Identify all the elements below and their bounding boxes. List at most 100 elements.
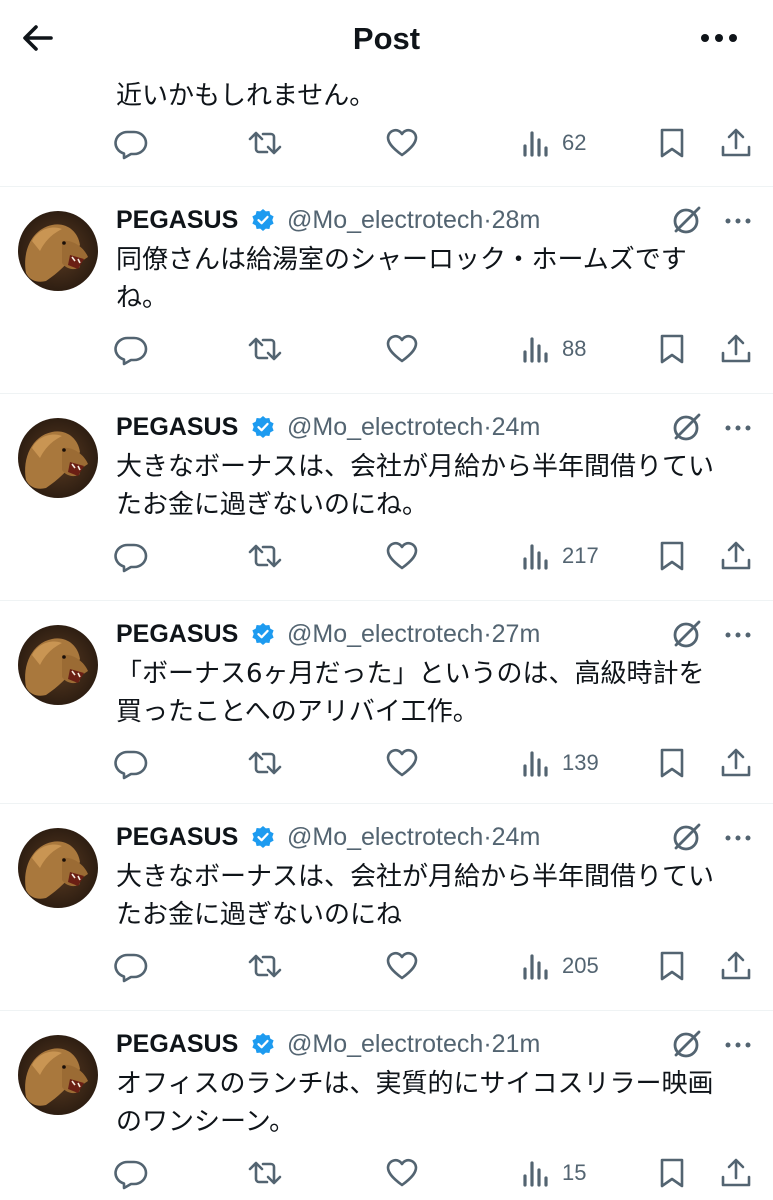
grok-icon[interactable]: [670, 617, 704, 651]
like-button[interactable]: [384, 1155, 420, 1195]
views-count: 217: [562, 543, 599, 568]
author-name[interactable]: PEGASUS: [116, 410, 238, 444]
reply-button[interactable]: [113, 538, 149, 578]
post-text-line: オフィスのランチは、実質的にサイコスリラー映画: [116, 1069, 714, 1099]
author-handle: @Mo_electrotech: [287, 413, 484, 441]
avatar[interactable]: [18, 625, 98, 705]
author-name[interactable]: PEGASUS: [116, 617, 238, 651]
post-divider: [0, 600, 773, 601]
reply-button[interactable]: [113, 745, 149, 785]
views-button[interactable]: [520, 538, 552, 578]
author-handle: @Mo_electrotech: [287, 206, 484, 234]
like-button[interactable]: [384, 745, 420, 785]
like-button[interactable]: [384, 331, 420, 371]
like-button[interactable]: [384, 538, 420, 578]
retweet-button[interactable]: [246, 538, 284, 578]
post-divider: [0, 803, 773, 804]
grok-icon[interactable]: [670, 1027, 704, 1061]
retweet-icon: [246, 948, 284, 984]
grok-icon[interactable]: [670, 203, 704, 237]
like-icon: [384, 538, 420, 574]
views-icon: [520, 538, 552, 574]
views-count: 205: [562, 953, 599, 978]
reply-icon: [113, 331, 149, 367]
author-handle-time[interactable]: @Mo_electrotech·28m: [287, 203, 540, 237]
views-icon: [520, 745, 552, 781]
share-button[interactable]: [718, 1155, 754, 1195]
retweet-button[interactable]: [246, 1155, 284, 1195]
share-button[interactable]: [718, 948, 754, 988]
retweet-button[interactable]: [246, 948, 284, 988]
post-text-line: たお金に過ぎないのにね: [116, 900, 403, 930]
post-more-icon[interactable]: [722, 1035, 754, 1055]
retweet-icon: [246, 125, 284, 161]
views-button[interactable]: [520, 331, 552, 371]
bookmark-icon: [656, 948, 688, 984]
bookmark-button[interactable]: [656, 125, 688, 165]
author-handle-time[interactable]: @Mo_electrotech·27m: [287, 617, 540, 651]
avatar[interactable]: [18, 211, 98, 291]
views-button[interactable]: [520, 125, 552, 165]
avatar[interactable]: [18, 418, 98, 498]
author-handle: @Mo_electrotech: [287, 1030, 484, 1058]
retweet-button[interactable]: [246, 331, 284, 371]
reply-icon: [113, 125, 149, 161]
post-text-line: たお金に過ぎないのにね。: [116, 490, 429, 520]
like-button[interactable]: [384, 948, 420, 988]
bookmark-button[interactable]: [656, 1155, 688, 1195]
like-button[interactable]: [384, 125, 420, 165]
author-name[interactable]: PEGASUS: [116, 820, 238, 854]
post-more-icon[interactable]: [722, 828, 754, 848]
post-more-icon[interactable]: [722, 625, 754, 645]
post-time: 24m: [491, 823, 541, 851]
views-button[interactable]: [520, 948, 552, 988]
post-more-icon[interactable]: [722, 418, 754, 438]
views-button[interactable]: [520, 745, 552, 785]
reply-button[interactable]: [113, 331, 149, 371]
bookmark-icon: [656, 1155, 688, 1191]
post-divider: [0, 393, 773, 394]
bookmark-button[interactable]: [656, 745, 688, 785]
reply-button[interactable]: [113, 948, 149, 988]
post-time: 24m: [491, 413, 541, 441]
post-text: オフィスのランチは、実質的にサイコスリラー映画 のワンシーン。: [116, 1065, 756, 1141]
author-name[interactable]: PEGASUS: [116, 1027, 238, 1061]
reply-button[interactable]: [113, 1155, 149, 1195]
like-icon: [384, 948, 420, 984]
views-count: 62: [562, 130, 587, 155]
share-button[interactable]: [718, 538, 754, 578]
reply-icon: [113, 948, 149, 984]
author-handle-time[interactable]: @Mo_electrotech·24m: [287, 410, 540, 444]
author-handle: @Mo_electrotech: [287, 823, 484, 851]
share-icon: [718, 538, 754, 574]
reply-button[interactable]: [113, 125, 149, 165]
retweet-button[interactable]: [246, 125, 284, 165]
share-button[interactable]: [718, 125, 754, 165]
views-icon: [520, 1155, 552, 1191]
post-divider: [0, 1010, 773, 1011]
share-icon: [718, 125, 754, 161]
retweet-button[interactable]: [246, 745, 284, 785]
post-more-icon[interactable]: [722, 211, 754, 231]
avatar[interactable]: [18, 1035, 98, 1115]
bookmark-button[interactable]: [656, 538, 688, 578]
bookmark-button[interactable]: [656, 948, 688, 988]
views-button[interactable]: [520, 1155, 552, 1195]
author-name[interactable]: PEGASUS: [116, 203, 238, 237]
avatar[interactable]: [18, 828, 98, 908]
author-handle-time[interactable]: @Mo_electrotech·24m: [287, 820, 540, 854]
grok-icon[interactable]: [670, 410, 704, 444]
post-text-line: ね。: [116, 283, 169, 313]
bookmark-button[interactable]: [656, 331, 688, 371]
bookmark-icon: [656, 745, 688, 781]
verified-badge-icon: [251, 622, 275, 646]
author-handle: @Mo_electrotech: [287, 620, 484, 648]
share-button[interactable]: [718, 745, 754, 785]
author-handle-time[interactable]: @Mo_electrotech·21m: [287, 1027, 540, 1061]
share-icon: [718, 1155, 754, 1191]
grok-icon[interactable]: [670, 820, 704, 854]
top-bar: Post: [0, 0, 773, 78]
more-options-icon[interactable]: [694, 18, 744, 58]
post-time: 27m: [491, 620, 541, 648]
share-button[interactable]: [718, 331, 754, 371]
